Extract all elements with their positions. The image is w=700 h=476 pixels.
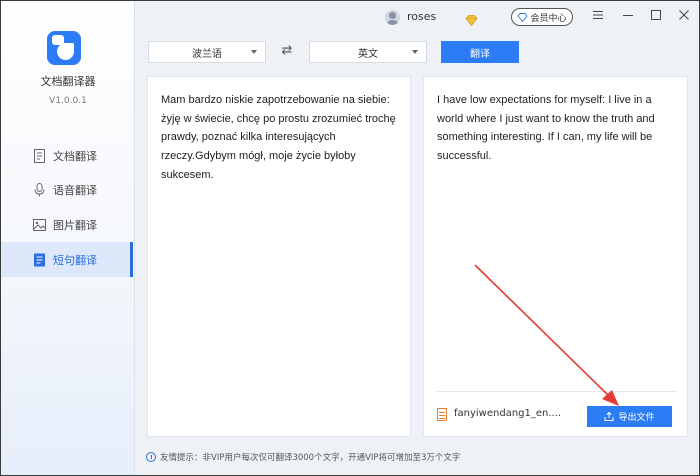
swap-languages-icon[interactable]: ⇄ (279, 44, 295, 58)
source-text[interactable]: Mam bardzo niskie zapotrzebowanie na sie… (161, 91, 401, 185)
annotation-arrow-icon (474, 264, 619, 406)
app-name: 文档翻译器 (40, 75, 96, 88)
close-icon[interactable] (677, 9, 691, 23)
microphone-icon (33, 182, 46, 197)
vip-center-label: 会员中心 (530, 13, 567, 24)
sidebar-item-sentence-translate[interactable]: 短句翻译 (1, 242, 133, 277)
file-icon (437, 408, 447, 421)
footer-tip: 友情提示：非VIP用户每次仅可翻译3000个文字，开通VIP将可增加至3万个文字 (146, 451, 460, 463)
sentence-icon (33, 253, 46, 267)
vip-diamond-icon (517, 12, 529, 22)
diamond-icon[interactable] (465, 11, 478, 27)
translate-button[interactable]: 翻译 (441, 41, 519, 63)
chevron-down-icon (251, 50, 257, 54)
username[interactable]: roses (407, 10, 436, 23)
footer-tip-text: 友情提示：非VIP用户每次仅可翻译3000个文字，开通VIP将可增加至3万个文字 (160, 453, 461, 463)
app-logo-icon (47, 31, 81, 65)
chevron-down-icon (412, 50, 418, 54)
title-bar: roses 会员中心 (135, 1, 699, 33)
minimize-icon[interactable] (621, 9, 635, 23)
sidebar-item-voice-translate[interactable]: 语音翻译 (1, 172, 133, 207)
app-version: V1.0.0.1 (49, 96, 87, 106)
source-text-panel[interactable]: Mam bardzo niskie zapotrzebowanie na sie… (147, 76, 411, 437)
sidebar-item-image-translate[interactable]: 图片翻译 (1, 207, 133, 242)
target-language-select[interactable]: 英文 (309, 41, 427, 63)
translated-text: I have low expectations for myself: I li… (437, 94, 655, 163)
image-icon (33, 218, 46, 232)
document-icon (33, 148, 46, 163)
avatar[interactable] (385, 10, 400, 25)
sidebar-item-label: 短句翻译 (53, 253, 97, 267)
vip-center-button[interactable]: 会员中心 (511, 8, 573, 26)
maximize-icon[interactable] (649, 9, 663, 23)
info-icon (146, 452, 156, 462)
sidebar: 文档翻译器 V1.0.0.1 文档翻译 语音翻译 图片翻译 短句翻译 (1, 1, 135, 475)
sidebar-item-label: 语音翻译 (53, 183, 97, 197)
menu-icon[interactable] (591, 9, 605, 23)
sidebar-item-label: 图片翻译 (53, 218, 97, 232)
target-language-value: 英文 (358, 48, 378, 60)
sidebar-item-label: 文档翻译 (53, 149, 97, 163)
source-language-value: 波兰语 (192, 48, 222, 60)
sidebar-item-document-translate[interactable]: 文档翻译 (1, 138, 133, 173)
source-language-select[interactable]: 波兰语 (148, 41, 266, 63)
app-window: 文档翻译器 V1.0.0.1 文档翻译 语音翻译 图片翻译 短句翻译 roses… (0, 0, 700, 476)
